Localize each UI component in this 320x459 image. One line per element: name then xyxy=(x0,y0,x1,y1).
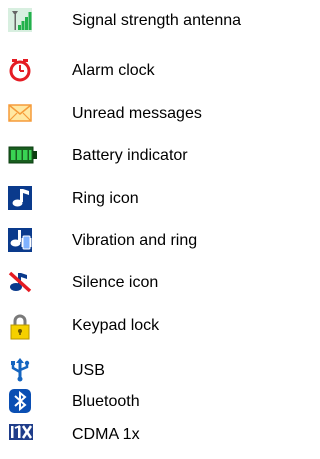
legend-item-silence: Silence icon xyxy=(0,270,281,298)
battery-icon xyxy=(8,143,37,167)
silence-icon xyxy=(8,270,32,294)
legend-label: Battery indicator xyxy=(72,147,188,164)
legend-label: Ring icon xyxy=(72,190,139,207)
legend-label: Keypad lock xyxy=(72,317,160,334)
cdma-1x-icon xyxy=(8,422,33,446)
legend-label: Alarm clock xyxy=(72,62,155,79)
legend-item-ring: Ring icon xyxy=(0,186,281,214)
legend-label: USB xyxy=(72,362,105,379)
legend-item-unread-messages: Unread messages xyxy=(0,101,281,129)
legend-label: Unread messages xyxy=(72,105,202,122)
legend-item-keypad-lock: Keypad lock xyxy=(0,313,281,341)
legend-item-signal-strength: Signal strength antenna xyxy=(0,8,281,36)
legend-item-battery: Battery indicator xyxy=(0,143,281,171)
legend-item-alarm-clock: Alarm clock xyxy=(0,58,281,86)
usb-icon xyxy=(8,358,32,382)
ring-icon xyxy=(8,186,32,210)
legend-label: Silence icon xyxy=(72,274,159,291)
legend-label: Bluetooth xyxy=(72,393,140,410)
bluetooth-icon xyxy=(8,389,32,413)
alarm-clock-icon xyxy=(8,58,32,82)
signal-strength-icon xyxy=(8,8,32,32)
padlock-icon xyxy=(8,313,32,340)
envelope-icon xyxy=(8,101,32,125)
legend-item-usb: USB xyxy=(0,358,281,386)
legend-item-cdma: CDMA 1x xyxy=(0,422,281,450)
legend-label: Signal strength antenna xyxy=(72,12,242,29)
vibration-ring-icon xyxy=(8,228,32,252)
legend-label: CDMA 1x xyxy=(72,426,140,443)
legend-item-bluetooth: Bluetooth xyxy=(0,389,281,417)
legend-label: Vibration and ring xyxy=(72,232,198,249)
legend-item-vibration-ring: Vibration and ring xyxy=(0,228,281,256)
